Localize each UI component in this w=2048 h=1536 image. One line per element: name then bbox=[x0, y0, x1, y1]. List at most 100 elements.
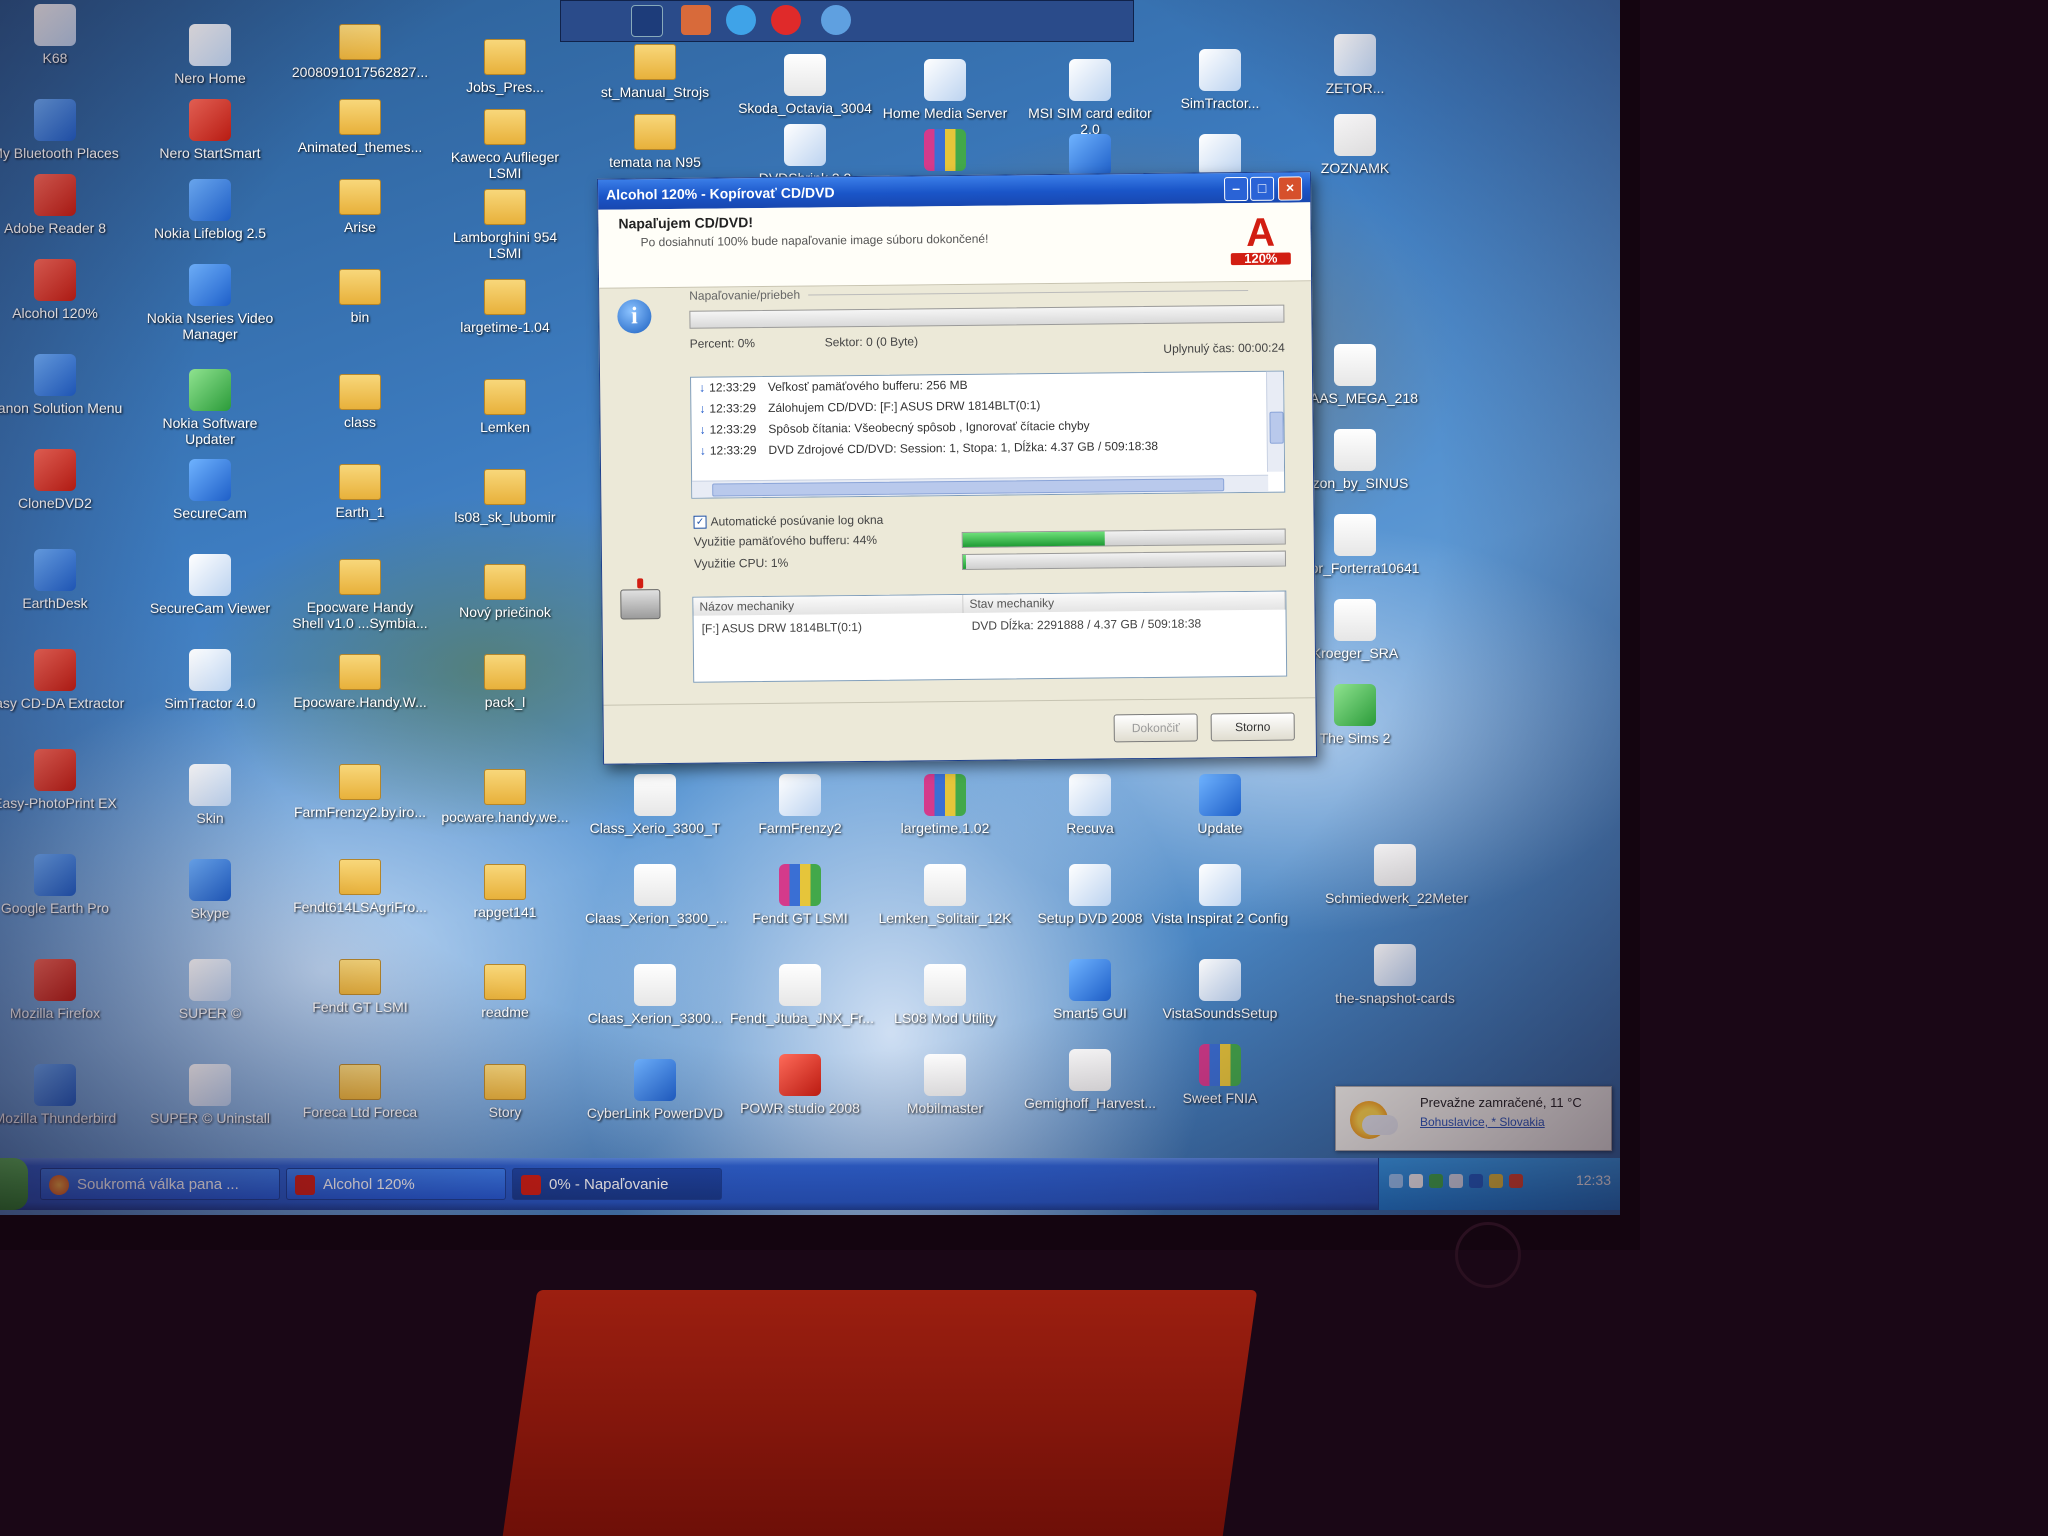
gallery-icon[interactable] bbox=[681, 5, 711, 35]
desktop-icon[interactable]: Fendt_Jtuba_JNX_Fr... bbox=[730, 964, 874, 1026]
gear-icon[interactable] bbox=[821, 5, 851, 35]
column-header-drive-name[interactable]: Názov mechaniky bbox=[693, 594, 964, 616]
desktop-icon[interactable]: Update bbox=[1150, 774, 1290, 836]
finish-button[interactable]: Dokončiť bbox=[1113, 713, 1198, 743]
antivirus-icon[interactable] bbox=[1489, 1174, 1503, 1188]
clock[interactable]: 12:33 bbox=[1576, 1172, 1611, 1188]
desktop-icon[interactable]: Nero StartSmart bbox=[140, 99, 280, 161]
desktop-icon[interactable]: Nokia Nseries Video Manager bbox=[140, 264, 280, 342]
desktop-icon[interactable]: Canon Solution Menu bbox=[0, 354, 125, 416]
desktop-icon[interactable]: Earth_1 bbox=[290, 464, 430, 520]
desktop-icon[interactable]: Epocware Handy Shell v1.0 ...Symbia... bbox=[290, 559, 430, 631]
desktop-icon[interactable]: Epocware.Handy.W... bbox=[290, 654, 430, 710]
desktop-icon[interactable]: Smart5 GUI bbox=[1020, 959, 1160, 1021]
network-icon[interactable] bbox=[1389, 1174, 1403, 1188]
desktop-icon[interactable]: Easy-PhotoPrint EX bbox=[0, 749, 125, 811]
desktop-icon[interactable]: Skoda_Octavia_3004 bbox=[735, 54, 875, 116]
desktop-icon[interactable]: readme bbox=[435, 964, 575, 1020]
desktop-icon[interactable]: Mobilmaster bbox=[875, 1054, 1015, 1116]
log-listbox[interactable]: ↓ 12:33:29 Veľkosť pamäťového bufferu: 256… bbox=[690, 370, 1286, 499]
desktop-icon[interactable]: largetime-1.04 bbox=[435, 279, 575, 335]
desktop-icon[interactable]: Lamborghini 954 LSMI bbox=[435, 189, 575, 261]
desktop-icon[interactable]: Skin bbox=[140, 764, 280, 826]
column-header-drive-state[interactable]: Stav mechaniky bbox=[963, 591, 1286, 613]
desktop-icon[interactable]: Skype bbox=[140, 859, 280, 921]
desktop-icon[interactable]: Animated_themes... bbox=[290, 99, 430, 155]
taskbar-item-alcohol[interactable]: Alcohol 120% bbox=[286, 1168, 506, 1200]
weather-location-link[interactable]: Bohuslavice, * Slovakia bbox=[1420, 1115, 1545, 1129]
chevron-left-icon[interactable] bbox=[1409, 1174, 1423, 1188]
desktop-icon[interactable]: Nokia Software Updater bbox=[140, 369, 280, 447]
desktop-icon[interactable]: temata na N95 bbox=[585, 114, 725, 170]
desktop-icon[interactable]: Sweet FNIA bbox=[1150, 1044, 1290, 1106]
checkbox-icon[interactable]: ✓ bbox=[693, 515, 707, 530]
desktop-icon[interactable]: K68 bbox=[0, 4, 125, 66]
desktop-icon[interactable]: ZOZNAMK bbox=[1285, 114, 1425, 176]
log-horizontal-scrollbar[interactable] bbox=[692, 474, 1269, 498]
desktop-icon[interactable]: Vista Inspirat 2 Config bbox=[1150, 864, 1290, 926]
desktop-icon[interactable]: Google Earth Pro bbox=[0, 854, 125, 916]
desktop-icon[interactable]: Schmiedwerk_22Meter bbox=[1325, 844, 1468, 906]
desktop-icon[interactable]: Lemken_Solitair_12K bbox=[875, 864, 1015, 926]
desktop-icon[interactable]: Adobe Reader 8 bbox=[0, 174, 125, 236]
desktop-icon[interactable]: Nero Home bbox=[140, 24, 280, 86]
taskbar-item-burning[interactable]: 0% - Napaľovanie bbox=[512, 1168, 722, 1200]
drives-table[interactable]: Názov mechaniky Stav mechaniky [F:] ASUS… bbox=[692, 590, 1288, 683]
desktop-icon[interactable]: rapget141 bbox=[435, 864, 575, 920]
scroll-thumb[interactable] bbox=[1269, 411, 1284, 444]
desktop-icon[interactable]: Kaweco Auflieger LSMI bbox=[435, 109, 575, 181]
desktop-icon[interactable]: pack_l bbox=[435, 654, 575, 710]
desktop-icon[interactable]: ZETOR... bbox=[1285, 34, 1425, 96]
scroll-thumb[interactable] bbox=[712, 478, 1225, 497]
desktop-icon[interactable]: Mozilla Thunderbird bbox=[0, 1064, 125, 1126]
desktop-icon[interactable]: Mozilla Firefox bbox=[0, 959, 125, 1021]
desktop-icon[interactable]: Setup DVD 2008 bbox=[1020, 864, 1160, 926]
shield-icon[interactable] bbox=[1429, 1174, 1443, 1188]
desktop-icon[interactable]: FarmFrenzy2 bbox=[730, 774, 870, 836]
desktop-icon[interactable]: MSI SIM card editor 2.0 bbox=[1020, 59, 1160, 137]
play-icon[interactable] bbox=[771, 5, 801, 35]
globe-icon[interactable] bbox=[726, 5, 756, 35]
desktop-icon[interactable]: Nový priečinok bbox=[435, 564, 575, 620]
desktop-icon[interactable]: FarmFrenzy2.by.iro... bbox=[290, 764, 430, 820]
cancel-button[interactable]: Storno bbox=[1210, 712, 1295, 742]
desktop-icon[interactable]: SecureCam bbox=[140, 459, 280, 521]
desktop-icon[interactable]: Claas_Xerion_3300... bbox=[585, 964, 725, 1026]
desktop-icon[interactable]: st_Manual_Strojs bbox=[585, 44, 725, 100]
desktop-icon[interactable]: LS08 Mod Utility bbox=[875, 964, 1015, 1026]
desktop-icon[interactable]: Fendt GT LSMI bbox=[290, 959, 430, 1015]
desktop-icon[interactable]: ls08_sk_lubomir bbox=[435, 469, 575, 525]
auto-scroll-checkbox[interactable]: ✓ Automatické posúvanie log okna bbox=[693, 513, 883, 530]
desktop-icon[interactable]: Gemighoff_Harvest... bbox=[1020, 1049, 1160, 1111]
alert-icon[interactable] bbox=[1509, 1174, 1523, 1188]
desktop-icon[interactable]: Lemken bbox=[435, 379, 575, 435]
desktop-icon[interactable]: Jobs_Pres... bbox=[435, 39, 575, 95]
desktop-icon[interactable]: Alcohol 120% bbox=[0, 259, 125, 321]
desktop-icon[interactable]: SecureCam Viewer bbox=[140, 554, 280, 616]
desktop-icon[interactable]: SUPER © Uninstall bbox=[140, 1064, 280, 1126]
volume-icon[interactable] bbox=[1449, 1174, 1463, 1188]
drive-name-cell[interactable]: [F:] ASUS DRW 1814BLT(0:1) bbox=[702, 620, 862, 636]
close-button[interactable]: × bbox=[1277, 176, 1303, 201]
desktop-icon[interactable]: Foreca Ltd Foreca bbox=[290, 1064, 430, 1120]
window-icon[interactable] bbox=[631, 5, 663, 37]
desktop-icon[interactable]: Class_Xerio_3300_T bbox=[585, 774, 725, 836]
desktop-icon[interactable]: POWR studio 2008 bbox=[730, 1054, 870, 1116]
desktop-icon[interactable]: bin bbox=[290, 269, 430, 325]
weather-gadget[interactable]: Prevažne zamračené, 11 °C Bohuslavice, *… bbox=[1335, 1086, 1612, 1151]
desktop-icon[interactable]: the-snapshot-cards bbox=[1325, 944, 1465, 1006]
desktop-icon[interactable]: VistaSoundsSetup bbox=[1150, 959, 1290, 1021]
desktop-icon[interactable]: My Bluetooth Places bbox=[0, 99, 125, 161]
desktop-icon[interactable]: Fendt614LSAgriFro... bbox=[290, 859, 430, 915]
desktop-icon[interactable]: pocware.handy.we... bbox=[435, 769, 575, 825]
desktop-icon[interactable]: SimTractor 4.0 bbox=[140, 649, 280, 711]
desktop-icon[interactable]: Home Media Server bbox=[875, 59, 1015, 121]
desktop-icon[interactable]: largetime.1.02 bbox=[875, 774, 1015, 836]
desktop-icon[interactable]: EarthDesk bbox=[0, 549, 125, 611]
desktop-icon[interactable]: CloneDVD2 bbox=[0, 449, 125, 511]
desktop-icon[interactable]: Easy CD-DA Extractor bbox=[0, 649, 125, 711]
desktop-icon[interactable]: Fendt GT LSMI bbox=[730, 864, 870, 926]
desktop-icon[interactable]: Arise bbox=[290, 179, 430, 235]
desktop-icon[interactable]: CyberLink PowerDVD bbox=[585, 1059, 725, 1121]
desktop-icon[interactable]: 2008091017562827... bbox=[290, 24, 430, 80]
